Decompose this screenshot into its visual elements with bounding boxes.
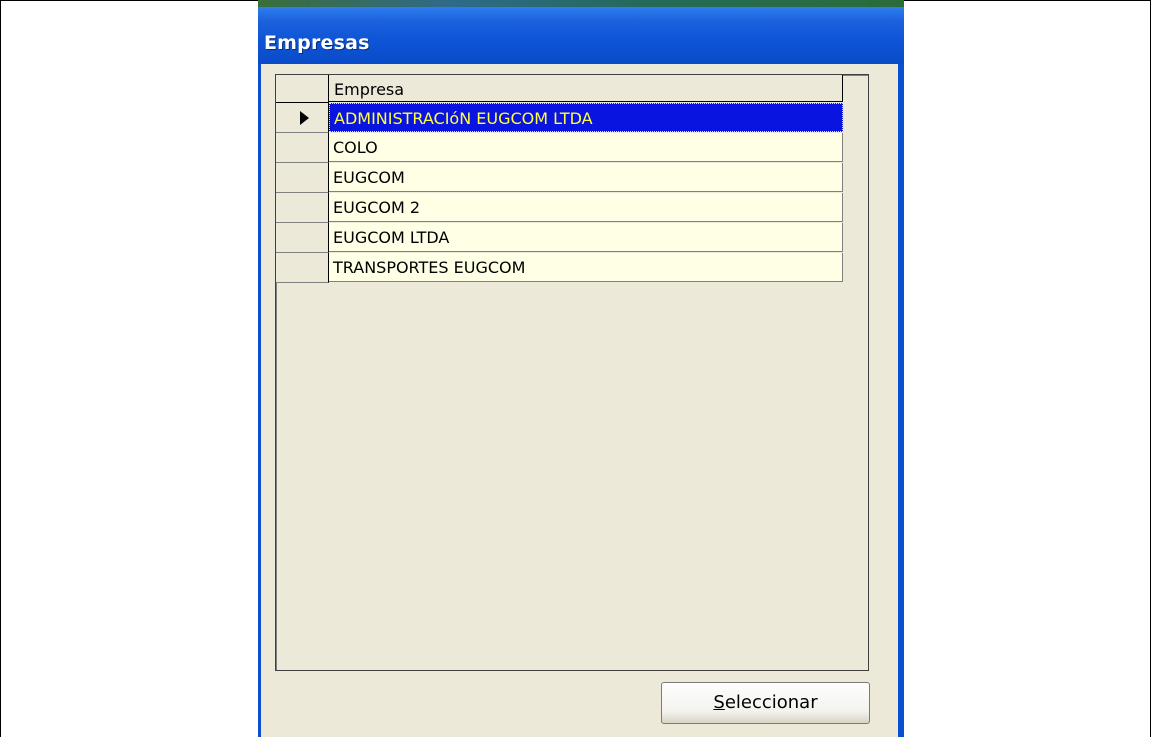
row-selector[interactable]	[276, 223, 329, 253]
background-window-strip	[258, 0, 904, 7]
table-row[interactable]: TRANSPORTES EUGCOM	[276, 253, 844, 283]
table-row[interactable]: EUGCOM LTDA	[276, 223, 844, 253]
empresa-cell[interactable]: TRANSPORTES EUGCOM	[329, 253, 843, 282]
empresa-cell[interactable]: EUGCOM 2	[329, 193, 843, 222]
empresa-cell[interactable]: COLO	[329, 133, 843, 162]
seleccionar-button[interactable]: Seleccionar	[661, 682, 870, 724]
title-bar[interactable]: Empresas	[258, 7, 904, 64]
button-mnemonic: S	[713, 692, 725, 713]
grid-corner-cell	[276, 75, 329, 103]
column-header-empresa[interactable]: Empresa	[329, 75, 843, 102]
window-client-area: Empresa ADMINISTRACIóN EUGCOM LTDA COLO EU…	[261, 64, 898, 737]
empresa-cell[interactable]: EUGCOM	[329, 163, 843, 192]
row-selector[interactable]	[276, 103, 329, 133]
window-title: Empresas	[264, 32, 370, 54]
table-row[interactable]: COLO	[276, 133, 844, 163]
current-row-arrow-icon	[300, 111, 309, 125]
empresas-window: Empresas Empresa ADMINISTRACIóN EUGCOM L…	[258, 7, 904, 737]
empresa-cell[interactable]: ADMINISTRACIóN EUGCOM LTDA	[329, 103, 843, 132]
row-selector[interactable]	[276, 133, 329, 163]
empresa-cell[interactable]: EUGCOM LTDA	[329, 223, 843, 252]
table-row[interactable]: ADMINISTRACIóN EUGCOM LTDA	[276, 103, 844, 133]
empresas-grid[interactable]: Empresa ADMINISTRACIóN EUGCOM LTDA COLO EU…	[275, 74, 869, 671]
button-label: eleccionar	[724, 692, 818, 713]
row-selector[interactable]	[276, 163, 329, 193]
table-row[interactable]: EUGCOM 2	[276, 193, 844, 223]
table-row[interactable]: EUGCOM	[276, 163, 844, 193]
row-selector[interactable]	[276, 253, 329, 283]
grid-header-row: Empresa	[276, 75, 844, 103]
row-selector[interactable]	[276, 193, 329, 223]
